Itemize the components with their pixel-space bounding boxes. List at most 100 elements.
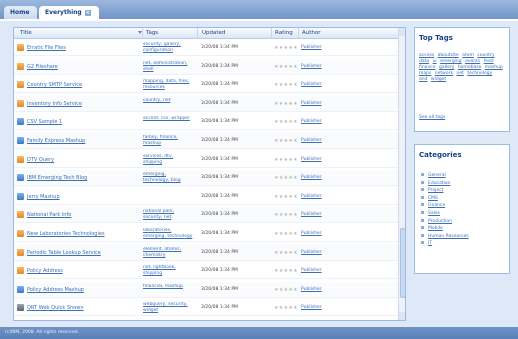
tag-link[interactable]: atom xyxy=(462,53,474,58)
tag-link[interactable]: maps xyxy=(419,71,431,76)
item-author-link[interactable]: Publisher xyxy=(301,268,322,273)
item-title-link[interactable]: Periodic Table Lookup Service xyxy=(27,250,101,256)
column-header-tags[interactable]: Tags xyxy=(146,30,158,36)
tag-link[interactable]: homebase xyxy=(458,65,481,70)
item-title-link[interactable]: DTV Query xyxy=(27,157,54,163)
tag-link[interactable]: data xyxy=(419,59,429,64)
tag-link[interactable]: aboutsite xyxy=(438,53,459,58)
item-author-link[interactable]: Publisher xyxy=(301,250,322,255)
item-author-link[interactable]: Publisher xyxy=(301,138,322,143)
table-row[interactable]: Policy Address Mashup financial, mashup 3/… xyxy=(14,281,398,298)
column-separator[interactable] xyxy=(271,28,272,39)
tag-link[interactable]: gallery xyxy=(439,65,454,70)
item-tags[interactable]: country, net xyxy=(143,98,193,104)
item-title-link[interactable]: National Park Info xyxy=(27,212,71,218)
item-title-link[interactable]: IBM Emerging Tech Blog xyxy=(27,175,87,181)
item-title-link[interactable]: Policy Address xyxy=(27,268,63,274)
table-row[interactable]: National Park Info national park, securit… xyxy=(14,207,398,224)
category-label[interactable]: Project xyxy=(428,188,443,193)
item-tags[interactable]: net, lightbook, shipping xyxy=(143,265,193,277)
category-item[interactable]: Production xyxy=(421,218,507,226)
table-row[interactable]: Erratic File Files security, gallery, con… xyxy=(14,40,398,56)
tag-link[interactable]: events xyxy=(465,59,480,64)
column-header-title[interactable]: Title xyxy=(20,30,32,36)
tag-link[interactable]: finance xyxy=(419,65,436,70)
rating-stars-icon[interactable]: ★★★★★ xyxy=(274,138,298,144)
category-item[interactable]: Project xyxy=(421,187,507,195)
rating-stars-icon[interactable]: ★★★★★ xyxy=(274,82,298,88)
item-author-link[interactable]: Publisher xyxy=(301,64,322,69)
category-item[interactable]: Sales xyxy=(421,210,507,218)
item-author-link[interactable]: Publisher xyxy=(301,287,322,292)
category-item[interactable]: IT xyxy=(421,240,507,248)
category-item[interactable]: Education xyxy=(421,180,507,188)
item-tags[interactable]: family, finance, mashup xyxy=(143,135,193,147)
column-separator[interactable] xyxy=(197,28,198,39)
column-separator[interactable] xyxy=(298,28,299,39)
table-row[interactable]: IBM Emerging Tech Blog emerging, technolo… xyxy=(14,170,398,187)
rating-stars-icon[interactable]: ★★★★★ xyxy=(274,287,298,293)
scroll-up-icon[interactable] xyxy=(399,28,405,36)
item-tags[interactable]: financial, mashup xyxy=(143,284,193,290)
item-title-link[interactable]: Inventory Info Service xyxy=(27,101,82,107)
item-title-link[interactable]: G2 Fileshare xyxy=(27,64,58,70)
rating-stars-icon[interactable]: ★★★★★ xyxy=(274,45,298,51)
see-all-tags-link[interactable]: See all tags xyxy=(419,115,445,120)
item-title-link[interactable]: Jerry Mashup xyxy=(27,194,60,200)
item-title-link[interactable]: Erratic File Files xyxy=(27,45,66,51)
item-author-link[interactable]: Publisher xyxy=(301,82,322,87)
rating-stars-icon[interactable]: ★★★★★ xyxy=(274,157,298,163)
item-title-link[interactable]: New Laboratories Technologies xyxy=(27,231,105,237)
table-row[interactable]: Inventory Info Service country, net 3/20/0… xyxy=(14,95,398,112)
category-item[interactable]: Human Resources xyxy=(421,233,507,241)
column-header-rating[interactable]: Rating xyxy=(275,30,293,36)
item-title-link[interactable]: CSV Sample 1 xyxy=(27,119,62,125)
item-author-link[interactable]: Publisher xyxy=(301,212,322,217)
item-title-link[interactable]: Family Express Mashup xyxy=(27,138,85,144)
rating-stars-icon[interactable]: ★★★★★ xyxy=(274,175,298,181)
rating-stars-icon[interactable]: ★★★★★ xyxy=(274,231,298,237)
item-author-link[interactable]: Publisher xyxy=(301,194,322,199)
item-author-link[interactable]: Publisher xyxy=(301,119,322,124)
item-author-link[interactable]: Publisher xyxy=(301,175,322,180)
category-item[interactable]: CMS xyxy=(421,195,507,203)
rating-stars-icon[interactable]: ★★★★★ xyxy=(274,119,298,125)
tag-link[interactable]: feed xyxy=(484,59,494,64)
category-item[interactable]: Finance xyxy=(421,202,507,210)
rating-stars-icon[interactable]: ★★★★★ xyxy=(274,101,298,107)
grid-scrollbar[interactable] xyxy=(398,28,405,320)
tag-link[interactable]: country xyxy=(477,53,494,58)
table-row[interactable]: Country SMTP Service mapping, data, files… xyxy=(14,77,398,94)
tab-home[interactable]: Home xyxy=(4,6,37,20)
item-tags[interactable]: emerging, technology, blog xyxy=(143,172,193,184)
item-title-link[interactable]: QRT Web Quick Shown xyxy=(27,305,84,311)
category-label[interactable]: Sales xyxy=(428,211,440,216)
table-row[interactable]: CSV Sample 1 accent, csv, wrapper 3/20/08 … xyxy=(14,114,398,131)
item-tags[interactable]: security, gallery, configuration xyxy=(143,42,193,54)
table-row[interactable]: QRT Web Quick Shown webquery, security, w… xyxy=(14,300,398,317)
table-row[interactable]: Policy Address net, lightbook, shipping 3/… xyxy=(14,263,398,280)
tag-link[interactable]: and xyxy=(419,77,427,82)
rating-stars-icon[interactable]: ★★★★★ xyxy=(274,64,298,70)
table-row[interactable]: G2 Fileshare net, administration, shell 3/… xyxy=(14,58,398,75)
item-title-link[interactable]: Country SMTP Service xyxy=(27,82,82,88)
category-item[interactable]: General xyxy=(421,172,507,180)
item-tags[interactable]: net, administration, shell xyxy=(143,61,193,73)
tag-link[interactable]: widget xyxy=(431,77,446,82)
item-tags[interactable]: element, atomic, chemistry xyxy=(143,247,193,259)
item-tags[interactable]: national park, security, net xyxy=(143,209,193,221)
column-separator[interactable] xyxy=(142,28,143,39)
category-label[interactable]: CMS xyxy=(428,196,438,201)
rating-stars-icon[interactable]: ★★★★★ xyxy=(274,250,298,256)
table-row[interactable]: Family Express Mashup family, finance, ma… xyxy=(14,133,398,149)
tag-link[interactable]: mashup xyxy=(485,65,503,70)
item-author-link[interactable]: Publisher xyxy=(301,231,322,236)
tag-link[interactable]: technology xyxy=(467,71,492,76)
table-row[interactable]: New Laboratories Technologies laboratorie… xyxy=(14,226,398,242)
rating-stars-icon[interactable]: ★★★★★ xyxy=(274,268,298,274)
rating-stars-icon[interactable]: ★★★★★ xyxy=(274,194,298,200)
item-author-link[interactable]: Publisher xyxy=(301,101,322,106)
tab-everything[interactable]: Everything × xyxy=(39,6,99,20)
item-title-link[interactable]: Policy Address Mashup xyxy=(27,287,84,293)
table-row[interactable]: Periodic Table Lookup Service element, at… xyxy=(14,244,398,261)
